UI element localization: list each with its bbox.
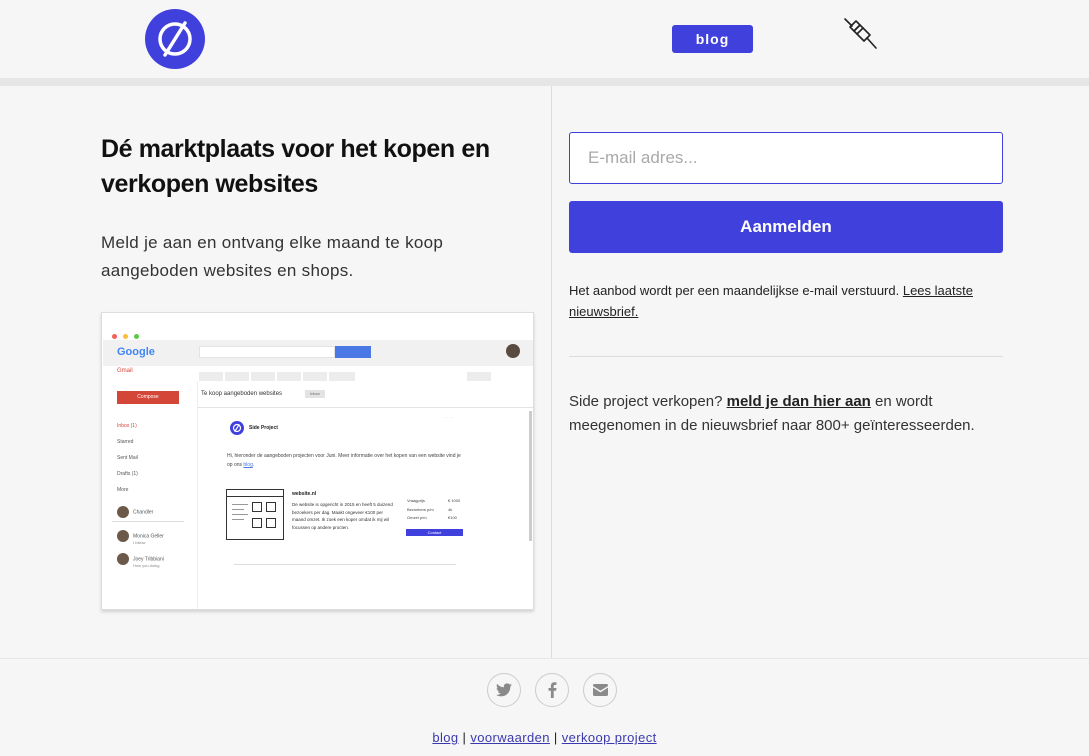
twitter-icon [496,683,512,697]
site-logo[interactable] [145,9,205,69]
hero-subtext: Meld je aan en ontvang elke maand te koo… [101,233,444,280]
mail-icon [592,684,608,696]
brand-name: Side Project [249,425,278,431]
mail-pane: Te koop aangeboden websites Inbox Side P… [197,381,533,609]
blog-button[interactable]: blog [672,25,753,53]
footer-links: blog | voorwaarden | verkoop project [0,730,1089,745]
mail-divider [234,564,456,565]
header-divider [0,78,1089,86]
stat-label: Vraagprijs [407,498,425,503]
mail-subject: Te koop aangeboden websites [201,391,283,397]
stat-label: Bezoekers p/m [407,506,434,512]
gmail-search-button [335,346,371,358]
mail-tag: Inbox [305,390,325,398]
contact-status: How you doing [133,563,160,568]
mail-button[interactable] [583,673,617,707]
sidebar-item: Drafts (1) [117,471,138,477]
contact-divider [112,521,184,522]
website-wireframe-icon [226,489,284,540]
footer-blog-link[interactable]: blog [432,730,458,745]
stat-value: € 1000 [448,498,461,503]
email-field[interactable] [569,132,1003,184]
contact-name: Chandler [133,509,154,516]
pushpin-icon[interactable] [840,15,880,53]
footer-separator: | [458,730,471,745]
sidebar-item: Inbox (1) [117,423,137,429]
avatar [506,344,520,358]
contact-name: Monica Geller [133,533,164,540]
twitter-button[interactable] [487,673,521,707]
footer-separator: | [549,730,562,745]
contact-button: Contact [406,529,463,536]
signup-button[interactable]: Aanmelden [569,201,1003,253]
contact-item: Joey Tribbiani How you doing [117,553,164,568]
site-stats-labels: Vraagprijs Bezoekers p/m Omzet p/m [407,497,434,523]
sell-signup-link[interactable]: meld je dan hier aan [727,393,871,410]
sell-prefix: Side project verkopen? [569,393,727,410]
section-divider [569,356,1003,357]
newsletter-note: Het aanbod wordt per een maandelijkse e-… [569,280,1003,322]
stat-label: Omzet p/m [407,515,427,520]
contact-name: Joey Tribbiani [133,556,164,563]
mail-divider [198,407,533,408]
header: blog [0,0,1089,78]
footer-terms-link[interactable]: voorwaarden [470,730,550,745]
sidebar-item: More [117,487,129,493]
side-project-logo [230,421,244,435]
site-stats-values: € 1000 4k €100 [448,497,460,523]
column-divider [551,86,552,658]
contact-item: Monica Geller I follow [117,530,164,545]
gmail-search [199,346,335,358]
sell-project-text: Side project verkopen? meld je dan hier … [569,390,1003,438]
stat-value: 4k [448,506,453,512]
contact-item: Chandler [117,506,153,518]
sidebar-item: Sent Mail [117,455,138,461]
sidebar-item: Starred [117,439,134,445]
site-description: De website is opgericht in 2015 en heeft… [292,502,393,530]
gmail-label: Gmail [117,368,133,374]
contact-status: I follow [133,540,146,545]
mail-intro: Hi, hieronder de aangeboden projecten vo… [227,453,461,468]
facebook-icon [548,682,556,698]
gmail-sidebar: Inbox (1) Starred Sent Mail Drafts (1) M… [117,418,138,498]
gmail-toolbar [199,368,519,381]
newsletter-note-text: Het aanbod wordt per een maandelijkse e-… [569,283,903,298]
mail-scrollbar [529,411,532,541]
page-title: Dé marktplaats voor het kopen en verkope… [101,135,490,198]
stat-value: €100 [448,515,457,520]
mail-top-link: ····· ···· [443,415,453,419]
compose-button: Compose [117,391,179,404]
site-name: website.nl [292,491,317,497]
footer-sell-link[interactable]: verkoop project [562,730,657,745]
newsletter-preview-image: Google Gmail Compose Inbox (1) Starred S… [101,312,534,610]
logo-icon [158,21,192,57]
mail-intro-text: Hi, hieronder de aangeboden projecten vo… [227,453,461,468]
google-logo: Google [117,346,155,358]
footer-divider [0,658,1089,659]
mail-intro-link: blog [243,462,253,468]
logo-icon [232,423,242,433]
facebook-button[interactable] [535,673,569,707]
